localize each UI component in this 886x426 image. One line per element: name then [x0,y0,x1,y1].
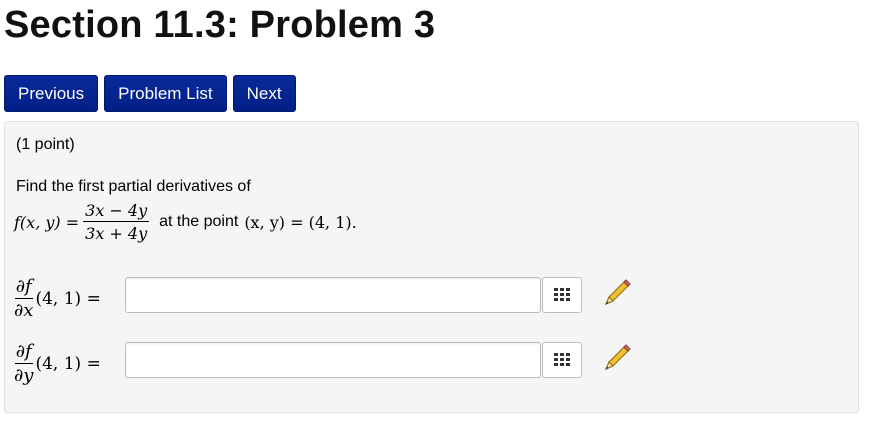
partial-eval-point: (4, 1) = [35,288,101,309]
problem-list-button[interactable]: Problem List [104,75,227,112]
pencil-icon[interactable] [600,343,632,375]
problem-prompt: Find the first partial derivatives of [16,178,251,195]
answer-input-dy[interactable] [125,342,541,378]
next-button[interactable]: Next [232,75,296,112]
function-fraction: 3x − 4y 3x + 4y [83,201,150,243]
problem-nav: Previous Problem List Next [4,75,296,112]
function-numerator: 3x − 4y [83,201,150,222]
points-label: (1 point) [16,136,75,153]
answer-input-dx[interactable] [125,277,541,313]
function-definition: f(x, y) = 3x − 4y 3x + 4y at the point (… [14,201,357,243]
previous-button[interactable]: Previous [4,75,99,112]
pencil-icon[interactable] [600,278,632,310]
equation-editor-button[interactable] [542,342,582,378]
partial-denominator: ∂x [14,300,34,321]
equation-editor-grid-icon [554,353,570,366]
point-expression: (x, y) = (4, 1). [244,212,357,232]
problem-panel: (1 point) Find the first partial derivat… [4,121,859,413]
answer-row-dy: ∂f ∂y (4, 1) = [14,341,109,386]
page-title: Section 11.3: Problem 3 [4,4,436,46]
partial-fraction-dy: ∂f ∂y [14,341,33,386]
function-denominator: 3x + 4y [85,224,148,243]
partial-eval-point: (4, 1) = [35,353,101,374]
function-lhs: f(x, y) = [14,212,80,232]
partial-fraction-dx: ∂f ∂x [14,276,33,321]
at-point-text: at the point [159,213,239,230]
partial-denominator: ∂y [14,365,34,386]
equation-editor-button[interactable] [542,277,582,313]
partial-numerator: ∂f [14,341,33,364]
answer-row-dx: ∂f ∂x (4, 1) = [14,276,109,321]
partial-numerator: ∂f [14,276,33,299]
equation-editor-grid-icon [554,288,570,301]
